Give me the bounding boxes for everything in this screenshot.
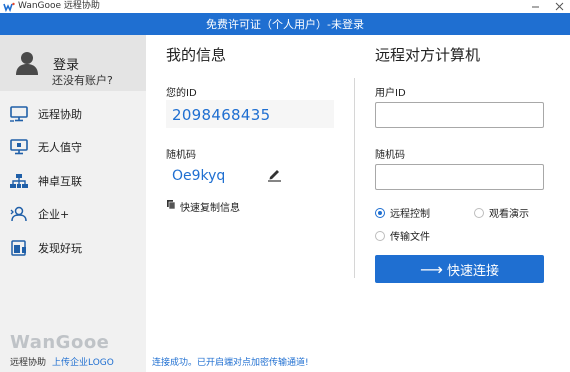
sidebar-item-label: 企业+ (38, 208, 70, 221)
footer-product-name: 远程协助 (10, 358, 47, 368)
license-banner: 免费许可证（个人用户）-未登录 (0, 13, 570, 35)
quick-connect-label: 快速连接 (446, 263, 499, 279)
remote-password-label: 随机码 (375, 150, 405, 161)
radio-label: 传输文件 (390, 232, 430, 243)
user-id-input[interactable] (375, 102, 544, 128)
enterprise-user-icon (10, 205, 28, 223)
unattended-monitor-icon (10, 138, 28, 156)
login-panel[interactable]: 登录 还没有账户? (0, 35, 146, 91)
network-icon (10, 172, 28, 190)
user-id-label: 用户ID (375, 88, 406, 99)
window-title: WanGooe 远程协助 (18, 1, 100, 11)
quick-copy-button[interactable]: 快速复制信息 (180, 199, 240, 214)
sidebar-item-interconnect[interactable]: 神卓互联 (0, 166, 146, 196)
title-bar: WanGooe 远程协助 (0, 0, 570, 13)
arrow-right-icon: ⟶ (420, 259, 443, 279)
sidebar-item-discover[interactable]: 发现好玩 (0, 233, 146, 263)
sidebar-item-enterprise[interactable]: 企业+ (0, 199, 146, 229)
close-icon (555, 2, 563, 11)
my-info-title: 我的信息 (166, 46, 227, 64)
section-divider (354, 78, 355, 278)
radio-file-transfer[interactable]: 传输文件 (375, 228, 430, 243)
my-password-label: 随机码 (166, 150, 196, 161)
sidebar-item-remote-assist[interactable]: 远程协助 (0, 99, 146, 129)
edit-pencil-icon[interactable] (267, 167, 282, 182)
radio-view-demo[interactable]: 观看演示 (474, 205, 529, 220)
upload-logo-link[interactable]: 上传企业LOGO (52, 355, 114, 368)
sidebar-item-label: 远程协助 (38, 108, 82, 121)
monitor-icon (10, 105, 28, 123)
my-password-value[interactable]: Oe9kyq (172, 168, 225, 184)
your-id-value[interactable]: 2098468435 (172, 106, 270, 124)
login-title[interactable]: 登录 (53, 54, 79, 73)
radio-label: 远程控制 (390, 209, 430, 220)
wangooe-logo-icon (3, 2, 15, 12)
remote-password-input[interactable] (375, 164, 544, 190)
discover-icon (10, 239, 28, 257)
brand-logo: WanGooe (10, 332, 110, 353)
your-id-label: 您的ID (166, 88, 197, 99)
sidebar-item-label: 发现好玩 (38, 242, 82, 255)
quick-connect-button[interactable]: ⟶ 快速连接 (375, 255, 544, 283)
radio-unselected-indicator (375, 230, 385, 241)
radio-selected-indicator (375, 207, 385, 218)
radio-unselected-indicator (474, 207, 484, 218)
minimize-icon (531, 6, 539, 8)
copy-icon[interactable] (167, 200, 175, 209)
status-message: 连接成功。已开启端对点加密传输通道! (152, 358, 309, 368)
license-banner-text: 免费许可证（个人用户）-未登录 (206, 18, 364, 31)
user-avatar-icon (16, 52, 38, 75)
sidebar: 登录 还没有账户? 远程协助 无人值守 神卓互联 企业+ 发现好玩 WanGoo… (0, 35, 146, 372)
sidebar-item-unattended[interactable]: 无人值守 (0, 132, 146, 162)
remote-computer-title: 远程对方计算机 (375, 46, 481, 64)
sidebar-item-label: 无人值守 (38, 141, 82, 154)
radio-remote-control[interactable]: 远程控制 (375, 205, 430, 220)
close-button[interactable] (554, 2, 564, 12)
register-prompt[interactable]: 还没有账户? (52, 72, 113, 88)
minimize-button[interactable] (530, 2, 540, 12)
sidebar-item-label: 神卓互联 (38, 175, 82, 188)
radio-label: 观看演示 (489, 209, 529, 220)
